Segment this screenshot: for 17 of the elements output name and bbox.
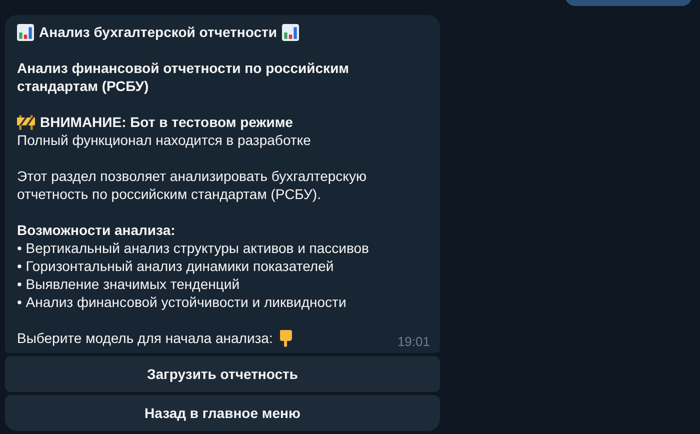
barrier-icon (17, 113, 35, 131)
message-time: 19:01 (397, 334, 430, 349)
inline-button[interactable]: Загрузить отчетность (5, 356, 440, 392)
warning-text: ВНИМАНИЕ: Бот в тестовом режиме (40, 113, 293, 131)
message-text: • Горизонтальный анализ динамики показателей (17, 257, 335, 275)
message-text: • Анализ финансовой устойчивости и ликвидности (17, 293, 348, 311)
message-text: • Выявление значимых тенденций (17, 275, 241, 293)
message-text: Выберите модель для начала анализа: (17, 329, 273, 347)
message-heading: Возможности анализа: (17, 221, 176, 239)
message-text: Полный функционал находится в разработке (17, 131, 312, 149)
message-text: Этот раздел позволяет анализировать бухгалтерскую отчетность по российским стандартам (РСБУ). (17, 167, 368, 203)
bar-chart-icon (282, 24, 299, 40)
message-title: Анализ бухгалтерской отчетности (39, 23, 277, 41)
message-text: • Вертикальный анализ структуры активов и пассивов (17, 239, 370, 257)
inline-button[interactable]: Назад в главное меню (5, 395, 440, 431)
bar-chart-icon (17, 24, 34, 40)
message-heading: Анализ финансовой отчетности по российским стандартам (РСБУ) (17, 59, 350, 95)
